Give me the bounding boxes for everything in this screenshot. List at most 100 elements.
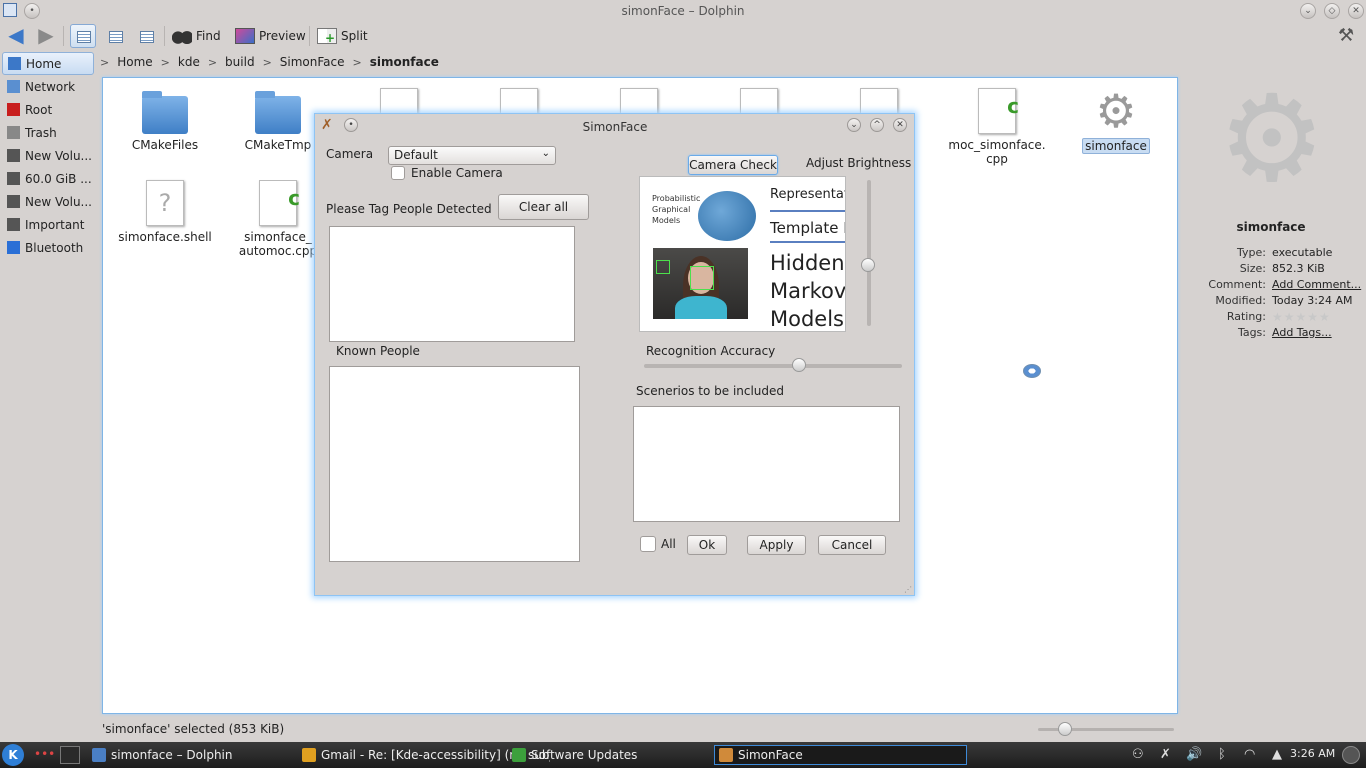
simonface-tray-icon[interactable]: ✗ bbox=[1160, 747, 1171, 762]
breadcrumb-home[interactable]: Home bbox=[117, 55, 152, 69]
apply-button[interactable]: Apply bbox=[747, 535, 806, 555]
breadcrumb-separator-icon[interactable]: > bbox=[208, 56, 217, 69]
file-item-simonface-automoc[interactable]: c simonface_ automoc.cpp bbox=[228, 180, 328, 258]
places-item[interactable]: Trash bbox=[2, 121, 94, 144]
resize-grip-icon[interactable]: ⋰ bbox=[904, 585, 912, 594]
preview-button[interactable]: Preview bbox=[235, 26, 306, 46]
add-tags-link[interactable]: Add Tags... bbox=[1272, 326, 1332, 342]
dialog-maximize-button[interactable]: ^ bbox=[870, 118, 884, 132]
ok-button[interactable]: Ok bbox=[687, 535, 727, 555]
details-view-button[interactable] bbox=[133, 24, 159, 48]
places-item-label: 60.0 GiB ... bbox=[25, 171, 92, 186]
file-item-cmakefiles[interactable]: CMakeFiles bbox=[109, 90, 221, 152]
cancel-button[interactable]: Cancel bbox=[818, 535, 886, 555]
places-item[interactable]: Important bbox=[2, 213, 94, 236]
find-button[interactable]: Find bbox=[172, 26, 221, 46]
close-button[interactable]: ✕ bbox=[1348, 3, 1364, 19]
slide-line-5: Models bbox=[770, 307, 844, 331]
file-label: simonface bbox=[1082, 138, 1150, 154]
breadcrumb-toggle-icon[interactable]: > bbox=[100, 56, 109, 69]
bluetooth-tray-icon[interactable]: ᛒ bbox=[1218, 747, 1226, 762]
slide-line-1: Representati bbox=[770, 187, 846, 202]
trash-icon bbox=[7, 126, 20, 139]
places-item[interactable]: Home bbox=[2, 52, 94, 75]
places-item-label: Important bbox=[25, 217, 85, 232]
all-checkbox[interactable] bbox=[640, 536, 656, 552]
cloud-graphic bbox=[698, 191, 756, 241]
places-item[interactable]: Root bbox=[2, 98, 94, 121]
recognition-accuracy-slider-handle[interactable] bbox=[791, 358, 806, 372]
taskbar-task[interactable]: Software Updates bbox=[508, 745, 708, 765]
breadcrumb-separator-icon[interactable]: > bbox=[161, 56, 170, 69]
places-item-label: Network bbox=[25, 79, 76, 94]
taskbar-task[interactable]: simonface – Dolphin bbox=[88, 745, 293, 765]
minimize-button[interactable]: ⌄ bbox=[1300, 3, 1316, 19]
dialog-minimize-button[interactable]: ⌄ bbox=[847, 118, 861, 132]
desktop-toolbox-icon[interactable] bbox=[1342, 746, 1360, 764]
dolphin-icon bbox=[92, 748, 106, 762]
forward-arrow-icon[interactable]: ▶ bbox=[34, 25, 58, 45]
slide-line-2: Template M bbox=[770, 219, 845, 237]
breadcrumb-build[interactable]: build bbox=[225, 55, 255, 69]
add-comment-link[interactable]: Add Comment... bbox=[1272, 278, 1361, 294]
toolbar-separator bbox=[309, 26, 310, 46]
detected-people-list[interactable] bbox=[329, 226, 575, 342]
places-item[interactable]: 60.0 GiB ... bbox=[2, 167, 94, 190]
tray-expand-icon[interactable]: ▲ bbox=[1272, 747, 1282, 762]
split-button[interactable]: + Split bbox=[317, 26, 368, 46]
recognition-accuracy-slider[interactable] bbox=[644, 364, 902, 368]
places-panel: Home Network Root Trash New Volu... 60.0 GiB … bbox=[2, 52, 94, 259]
enable-camera-checkbox[interactable] bbox=[391, 166, 405, 180]
dialog-close-button[interactable]: ✕ bbox=[893, 118, 907, 132]
file-item-simonface-shell[interactable]: ? simonface.shell bbox=[109, 180, 221, 244]
preview-label: Preview bbox=[259, 29, 306, 43]
pager-icon[interactable] bbox=[60, 746, 80, 764]
compact-view-icon bbox=[109, 31, 123, 43]
info-modified-value: Today 3:24 AM bbox=[1272, 294, 1353, 307]
breadcrumb-separator-icon[interactable]: > bbox=[263, 56, 272, 69]
slide-small-text: Probabilistic Graphical Models bbox=[652, 194, 701, 225]
maximize-button[interactable]: ◇ bbox=[1324, 3, 1340, 19]
taskbar-task[interactable]: SimonFace bbox=[714, 745, 967, 765]
brightness-slider-handle[interactable] bbox=[861, 257, 875, 272]
activity-dots-icon[interactable]: ••• bbox=[34, 747, 55, 761]
places-item[interactable]: Bluetooth bbox=[2, 236, 94, 259]
info-rating-row: Rating: ★★★★★ bbox=[1186, 310, 1364, 326]
camera-check-button[interactable]: Camera Check bbox=[688, 155, 778, 175]
places-item-label: Bluetooth bbox=[25, 240, 84, 255]
icons-view-button[interactable] bbox=[70, 24, 96, 48]
taskbar-task-label: SimonFace bbox=[738, 748, 803, 762]
back-arrow-icon[interactable]: ◀ bbox=[4, 25, 28, 45]
slide-line-4: Markov bbox=[770, 279, 846, 303]
rating-stars[interactable]: ★★★★★ bbox=[1272, 310, 1331, 326]
file-item-moc-simonface[interactable]: c moc_simonface. cpp bbox=[941, 88, 1053, 166]
clear-all-button[interactable]: Clear all bbox=[498, 194, 589, 220]
breadcrumb-kde[interactable]: kde bbox=[178, 55, 200, 69]
network-icon bbox=[7, 80, 20, 93]
split-icon: + bbox=[317, 28, 337, 45]
find-label: Find bbox=[196, 29, 221, 43]
places-item-label: New Volu... bbox=[25, 148, 92, 163]
breadcrumb-current[interactable]: simonface bbox=[370, 55, 439, 69]
file-label: moc_simonface. cpp bbox=[948, 138, 1046, 166]
breadcrumb-separator-icon[interactable]: > bbox=[353, 56, 362, 69]
wifi-icon[interactable]: ◠ bbox=[1244, 747, 1255, 762]
file-item-cmaketmp[interactable]: CMakeTmp bbox=[228, 90, 328, 152]
places-item[interactable]: New Volu... bbox=[2, 144, 94, 167]
file-item-simonface[interactable]: ⚙ simonface bbox=[1060, 88, 1172, 154]
zoom-slider-handle[interactable] bbox=[1058, 722, 1072, 736]
configure-tools-icon[interactable]: ⚒ bbox=[1338, 25, 1354, 46]
folder-icon bbox=[142, 91, 188, 134]
connections-tray-icon[interactable]: ⚇ bbox=[1132, 747, 1144, 762]
clock[interactable]: 3:26 AM bbox=[1290, 747, 1335, 760]
compact-view-button[interactable] bbox=[102, 24, 128, 48]
known-people-list[interactable] bbox=[329, 366, 580, 562]
brightness-slider[interactable] bbox=[867, 180, 871, 326]
places-item[interactable]: New Volu... bbox=[2, 190, 94, 213]
kde-menu-icon[interactable]: K bbox=[2, 744, 24, 766]
camera-select[interactable]: Default ⌄ bbox=[388, 146, 556, 165]
volume-icon[interactable]: 🔊 bbox=[1186, 747, 1202, 762]
scenarios-list[interactable] bbox=[633, 406, 900, 522]
breadcrumb-simonface-dir[interactable]: SimonFace bbox=[280, 55, 345, 69]
places-item[interactable]: Network bbox=[2, 75, 94, 98]
